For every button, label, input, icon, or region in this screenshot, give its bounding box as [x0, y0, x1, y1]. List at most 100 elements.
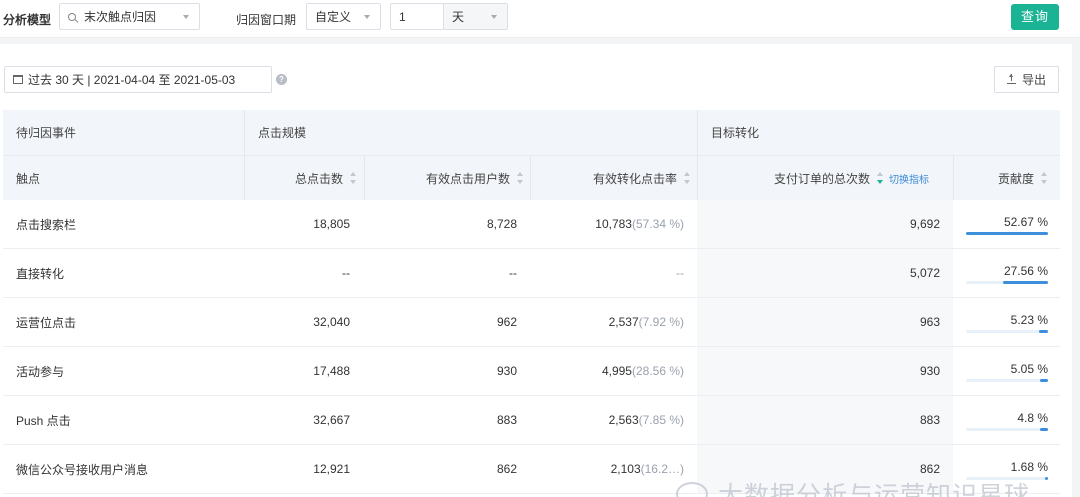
row-conversion: --: [530, 249, 684, 297]
row-conversion-pct: --: [676, 266, 684, 280]
row-conversion: 10,783 (57.34 %): [530, 200, 684, 248]
row-contribution-value: 4.8 %: [1017, 411, 1048, 425]
contribution-bar-fill: [966, 232, 1048, 235]
sort-desc-icon[interactable]: [877, 172, 884, 184]
row-conversion-pct: (7.92 %): [638, 315, 684, 329]
column-contribution[interactable]: 贡献度: [953, 156, 1048, 200]
table-row: 运营位点击 32,040 962 2,537 (7.92 %) 963 5.23 %: [3, 298, 1060, 347]
sort-icon[interactable]: [350, 172, 357, 184]
row-total-clicks: 17,488: [313, 364, 350, 378]
row-valid-users: 862: [496, 462, 517, 476]
date-range-picker[interactable]: 过去 30 天 | 2021-04-04 至 2021-05-03: [4, 66, 272, 93]
row-orders: 930: [919, 364, 940, 378]
model-select[interactable]: 末次触点归因: [59, 3, 200, 30]
query-button[interactable]: 查询: [1011, 4, 1059, 30]
row-conversion-value: 10,783: [595, 217, 632, 231]
column-total-clicks[interactable]: 总点击数: [244, 156, 357, 200]
wechat-icon: [676, 482, 708, 497]
row-contribution: 5.05 %: [966, 347, 1048, 395]
row-valid-users: 883: [496, 413, 517, 427]
row-conversion-pct: (7.85 %): [638, 413, 684, 427]
model-select-value: 末次触点归因: [84, 10, 157, 24]
window-type-value: 自定义: [315, 10, 352, 24]
contribution-bar-fill: [1045, 477, 1048, 480]
row-conversion: 2,563 (7.85 %): [530, 396, 684, 444]
column-orders-label: 支付订单的总次数: [773, 171, 870, 186]
contribution-bar-track: [966, 232, 1048, 235]
row-conversion-value: 4,995: [601, 364, 632, 378]
column-conversion-rate[interactable]: 有效转化点击率: [530, 156, 691, 200]
row-contribution-value: 27.56 %: [1003, 264, 1048, 278]
table-row: 活动参与 17,488 930 4,995 (28.56 %) 930 5.05 %: [3, 347, 1060, 396]
row-contribution: 27.56 %: [966, 249, 1048, 297]
row-conversion-pct: (57.34 %): [631, 217, 684, 231]
window-type-select[interactable]: 自定义: [306, 3, 381, 30]
row-touchpoint: 点击搜索栏: [16, 217, 77, 232]
row-conversion: 2,103 (16.2…): [530, 445, 684, 493]
filter-bar: 分析模型 末次触点归因 归因窗口期 自定义 1 天 查询: [0, 0, 1080, 38]
row-valid-users: 930: [496, 364, 517, 378]
row-conversion-pct: (28.56 %): [631, 364, 684, 378]
row-total-clicks: 32,667: [313, 413, 350, 427]
row-orders: 9,692: [909, 217, 940, 231]
row-conversion: 2,537 (7.92 %): [530, 298, 684, 346]
row-touchpoint: 运营位点击: [16, 315, 77, 330]
table-group-header: 待归因事件 点击规模 目标转化: [3, 110, 1060, 155]
row-total-clicks: 18,805: [313, 217, 350, 231]
upload-icon: [1006, 73, 1016, 84]
export-label: 导出: [1021, 73, 1046, 87]
column-contribution-label: 贡献度: [997, 171, 1034, 186]
table-row: 直接转化 -- -- -- 5,072 27.56 %: [3, 249, 1060, 298]
sort-icon[interactable]: [1041, 172, 1048, 184]
column-valid-users-label: 有效点击用户数: [425, 171, 510, 186]
chevron-down-icon: [183, 15, 189, 19]
contribution-bar-fill: [1002, 281, 1048, 284]
table-row: 点击搜索栏 18,805 8,728 10,783 (57.34 %) 9,692 52.6…: [3, 200, 1060, 249]
window-label: 归因窗口期: [236, 13, 297, 27]
row-contribution: 52.67 %: [966, 200, 1048, 248]
row-total-clicks: 12,921: [313, 462, 350, 476]
row-valid-users: 8,728: [486, 217, 517, 231]
search-icon: [68, 12, 76, 21]
report-panel: 过去 30 天 | 2021-04-04 至 2021-05-03 ? 导出 待…: [0, 44, 1072, 497]
column-total-clicks-label: 总点击数: [294, 171, 343, 186]
group-header-event: 待归因事件: [16, 126, 77, 140]
group-header-target: 目标转化: [711, 126, 760, 140]
row-valid-users: --: [509, 266, 517, 280]
sort-icon[interactable]: [684, 172, 691, 184]
export-button[interactable]: 导出: [994, 66, 1059, 93]
row-valid-users: 962: [496, 315, 517, 329]
column-valid-users[interactable]: 有效点击用户数: [364, 156, 524, 200]
table-row: Push 点击 32,667 883 2,563 (7.85 %) 883 4.8 %: [3, 396, 1060, 445]
contribution-bar-fill: [1039, 379, 1048, 382]
row-conversion: 4,995 (28.56 %): [530, 347, 684, 395]
row-contribution-value: 5.05 %: [1010, 362, 1048, 376]
row-contribution-value: 1.68 %: [1010, 460, 1048, 474]
column-orders[interactable]: 支付订单的总次数 切换指标: [697, 156, 929, 200]
group-header-click-scale: 点击规模: [258, 126, 307, 140]
row-contribution: 5.23 %: [966, 298, 1048, 346]
row-orders: 963: [919, 315, 940, 329]
row-orders: 883: [919, 413, 940, 427]
sort-icon[interactable]: [517, 172, 524, 184]
contribution-bar-track: [966, 330, 1048, 333]
contribution-bar-track: [966, 379, 1048, 382]
window-unit-select[interactable]: 天: [443, 3, 508, 30]
help-icon[interactable]: ?: [276, 74, 287, 85]
calendar-icon: [13, 75, 23, 84]
row-orders: 5,072: [909, 266, 940, 280]
attribution-table: 待归因事件 点击规模 目标转化 触点 总点击数 有效点击用户数 有效转化点击率 …: [3, 110, 1060, 494]
window-number-input[interactable]: 1: [390, 3, 444, 30]
row-conversion-value: 2,103: [610, 462, 641, 476]
contribution-bar-track: [966, 281, 1048, 284]
row-touchpoint: 微信公众号接收用户消息: [16, 462, 149, 477]
row-conversion-value: 2,563: [608, 413, 639, 427]
watermark-text: 大数据分析与运营知识星球: [718, 482, 1031, 497]
contribution-bar-track: [966, 428, 1048, 431]
row-touchpoint: Push 点击: [16, 413, 71, 428]
chevron-down-icon: [491, 15, 497, 19]
switch-metric-link[interactable]: 切换指标: [889, 171, 929, 186]
row-conversion-pct: (16.2…): [640, 462, 684, 476]
row-total-clicks: 32,040: [313, 315, 350, 329]
table-column-header: 触点 总点击数 有效点击用户数 有效转化点击率 支付订单的总次数 切换指标 贡献度: [3, 155, 1060, 200]
